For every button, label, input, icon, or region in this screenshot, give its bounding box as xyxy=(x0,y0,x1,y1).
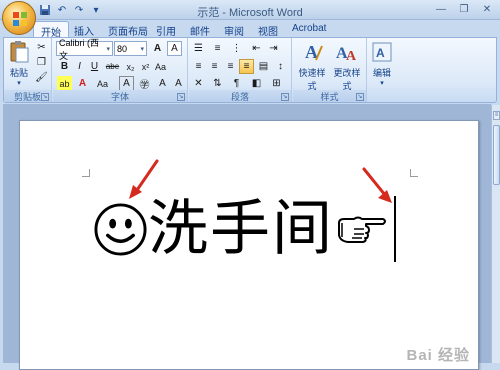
change-styles-icon: A A xyxy=(336,45,357,64)
office-button[interactable] xyxy=(2,1,36,35)
align-left-icon[interactable]: ≡ xyxy=(191,59,206,74)
underline-icon[interactable]: U xyxy=(87,59,102,74)
font-launcher-icon[interactable]: ↘ xyxy=(177,93,185,101)
strikethrough-icon[interactable]: abe xyxy=(105,59,120,74)
title-bar: ↶ ↷ ▾ 示范 - Microsoft Word — ❐ ✕ xyxy=(0,0,500,20)
enclose-character-icon[interactable]: ㊫ xyxy=(137,76,152,91)
font-size-value: 80 xyxy=(117,43,128,54)
clipboard-group: 粘贴 ▾ ✂ ❐ 🖌 剪贴板 ↘ xyxy=(4,38,52,102)
watermark: Bai 经验 xyxy=(406,347,470,364)
highlight-icon[interactable]: ab xyxy=(57,76,72,91)
font-name-select[interactable]: Calibri (西文 ▾ xyxy=(56,38,113,61)
superscript-icon[interactable]: x² xyxy=(138,59,153,74)
chinese-layout-icon[interactable]: ✕ xyxy=(191,76,206,91)
vertical-scrollbar[interactable]: ≡ xyxy=(491,105,500,363)
copy-icon[interactable]: ❐ xyxy=(34,55,49,70)
font-size-case-icon[interactable]: Aa xyxy=(95,76,110,91)
tab-mailings[interactable]: 邮件 xyxy=(183,21,217,38)
svg-text:A: A xyxy=(376,46,385,60)
quick-styles-icon: A xyxy=(305,42,323,62)
format-painter-icon[interactable]: 🖌 xyxy=(34,70,49,85)
window-controls: — ❐ ✕ xyxy=(430,1,498,17)
align-right-icon[interactable]: ≡ xyxy=(223,59,238,74)
quick-styles-label: 快速样式 xyxy=(298,68,326,91)
margin-corner-top-left xyxy=(82,169,90,177)
character-shading-icon[interactable]: A xyxy=(119,76,134,91)
editing-label: 编辑 xyxy=(372,68,391,78)
italic-icon[interactable]: I xyxy=(72,59,87,74)
change-styles-button[interactable]: A A 更改样式 xyxy=(330,40,364,92)
phonetic-guide-icon[interactable]: A xyxy=(155,76,170,91)
cut-icon[interactable]: ✂ xyxy=(34,40,49,55)
tab-references[interactable]: 引用 xyxy=(149,21,183,38)
numbering-icon[interactable]: ≡ xyxy=(210,41,225,56)
change-case-icon[interactable]: Aa xyxy=(153,59,168,74)
increase-indent-icon[interactable]: ⇥ xyxy=(266,41,281,56)
window-title: 示范 - Microsoft Word xyxy=(197,7,303,19)
paste-icon xyxy=(10,41,29,63)
paste-button[interactable]: 粘贴 ▾ xyxy=(7,40,31,87)
bold-icon[interactable]: B xyxy=(57,59,72,74)
shading-icon[interactable]: ◧ xyxy=(249,76,264,91)
clear-format-icon[interactable]: A xyxy=(167,41,182,56)
chevron-down-icon: ▾ xyxy=(106,45,110,53)
justify-icon[interactable]: ≡ xyxy=(239,59,254,74)
editing-button[interactable]: A 编辑 ▾ xyxy=(370,40,394,87)
pointing-hand-icon xyxy=(338,216,386,243)
scrollbar-thumb[interactable] xyxy=(493,125,500,185)
text-cursor xyxy=(394,196,396,262)
font-name-value: Calibri (西文 xyxy=(59,37,100,61)
grow-font-icon[interactable]: A xyxy=(150,41,165,56)
document-text: 洗手间 xyxy=(148,194,334,264)
distributed-icon[interactable]: ▤ xyxy=(256,59,271,74)
quick-styles-button[interactable]: A 快速样式 xyxy=(296,40,328,92)
font-group-label: 字体 xyxy=(53,90,187,102)
ruler-toggle-icon[interactable]: ≡ xyxy=(493,111,500,120)
ribbon: 粘贴 ▾ ✂ ❐ 🖌 剪贴板 ↘ Calibri (西文 ▾ 80 ▾ A A … xyxy=(3,37,497,103)
font-size-select[interactable]: 80 ▾ xyxy=(114,41,147,56)
change-styles-label: 更改样式 xyxy=(333,68,361,91)
paragraph-group: ☰ ≡ ⋮ ⇤ ⇥ ≡ ≡ ≡ ≡ ▤ ↕ ✕ ⇅ ¶ ◧ ⊞ 段落 ↘ xyxy=(189,38,292,102)
tab-view[interactable]: 视图 xyxy=(251,21,285,38)
styles-launcher-icon[interactable]: ↘ xyxy=(356,93,364,101)
multilevel-list-icon[interactable]: ⋮ xyxy=(229,41,244,56)
editing-group: A 编辑 ▾ xyxy=(368,38,396,102)
tab-review[interactable]: 审阅 xyxy=(217,21,251,38)
borders-icon[interactable]: ⊞ xyxy=(269,76,284,91)
document-area: 洗手间 Bai 经验 xyxy=(3,104,491,370)
font-color-icon[interactable]: A xyxy=(75,76,90,91)
font-group: Calibri (西文 ▾ 80 ▾ A A B I U abe x₂ x² A… xyxy=(53,38,188,102)
paragraph-group-label: 段落 xyxy=(189,90,291,102)
document-page[interactable]: 洗手间 Bai 经验 xyxy=(19,120,479,370)
styles-group: A 快速样式 A A 更改样式 样式 ↘ xyxy=(293,38,367,102)
paragraph-launcher-icon[interactable]: ↘ xyxy=(281,93,289,101)
character-border-icon[interactable]: A xyxy=(171,76,186,91)
show-marks-icon[interactable]: ¶ xyxy=(229,76,244,91)
close-icon[interactable]: ✕ xyxy=(476,1,498,17)
subscript-icon[interactable]: x₂ xyxy=(123,59,138,74)
red-arrow-icon xyxy=(362,167,392,203)
clipboard-launcher-icon[interactable]: ↘ xyxy=(41,93,49,101)
decrease-indent-icon[interactable]: ⇤ xyxy=(249,41,264,56)
paste-label: 粘贴 xyxy=(9,68,28,78)
find-icon: A xyxy=(372,42,392,62)
sort-icon[interactable]: ⇅ xyxy=(210,76,225,91)
maximize-icon[interactable]: ❐ xyxy=(453,1,475,17)
line-spacing-icon[interactable]: ↕ xyxy=(273,59,288,74)
smiley-icon xyxy=(94,202,147,256)
svg-text:A: A xyxy=(346,49,357,64)
bullets-icon[interactable]: ☰ xyxy=(191,41,206,56)
margin-corner-top-right xyxy=(410,169,418,177)
minimize-icon[interactable]: — xyxy=(430,1,452,17)
chevron-down-icon: ▾ xyxy=(140,45,144,53)
tab-acrobat[interactable]: Acrobat xyxy=(285,21,333,38)
tab-page-layout[interactable]: 页面布局 xyxy=(101,21,155,38)
align-center-icon[interactable]: ≡ xyxy=(207,59,222,74)
office-logo-icon xyxy=(13,12,27,26)
red-arrow-icon xyxy=(129,159,159,199)
